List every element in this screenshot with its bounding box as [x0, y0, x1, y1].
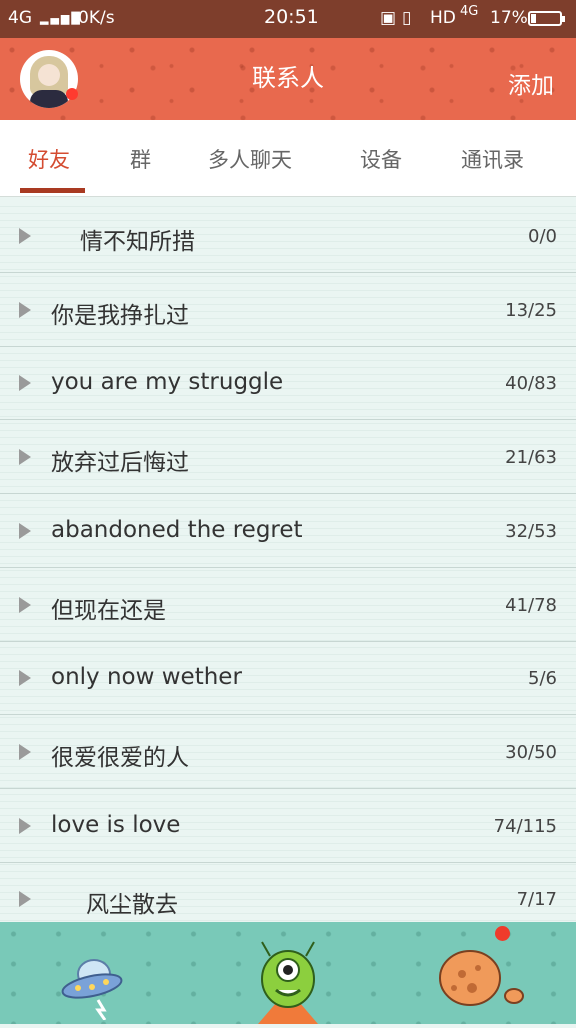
group-count: 21/63 [505, 447, 557, 468]
group-name: 情不知所措 [80, 229, 195, 255]
group-name: only now wether [51, 664, 242, 690]
planet-icon[interactable] [432, 944, 528, 1018]
group-row[interactable]: abandoned the regret 32/53 [0, 495, 576, 568]
group-count: 40/83 [505, 373, 557, 394]
tab-friends[interactable]: 好友 [28, 144, 70, 174]
group-name: 你是我挣扎过 [51, 303, 189, 329]
speed-label: 0K/s [78, 8, 115, 28]
expand-arrow-icon[interactable] [19, 228, 31, 244]
hd-label: HD [430, 8, 456, 28]
group-name: 放弃过后悔过 [51, 450, 189, 476]
alarm-icon: ▣ [380, 8, 397, 28]
group-row[interactable]: 风尘散去 7/17 [0, 863, 576, 922]
signal-icon: ▂▄▆█ [40, 12, 82, 25]
tab-bar: 好友 群 多人聊天 设备 通讯录 [0, 120, 576, 197]
group-row[interactable]: 放弃过后悔过 21/63 [0, 421, 576, 494]
tab-contacts[interactable]: 通讯录 [461, 144, 524, 174]
group-count: 7/17 [516, 889, 557, 910]
clock: 20:51 [264, 6, 319, 28]
expand-arrow-icon[interactable] [19, 670, 31, 686]
battery-level [531, 14, 536, 23]
group-count: 30/50 [505, 742, 557, 763]
tab-groups[interactable]: 群 [130, 144, 151, 174]
network-label: 4G [8, 8, 32, 28]
expand-arrow-icon[interactable] [19, 597, 31, 613]
group-name: 风尘散去 [86, 892, 178, 918]
group-row[interactable]: you are my struggle 40/83 [0, 347, 576, 420]
status-bar: 4G ▂▄▆█ 0K/s 20:51 ▣ ▯ HD 4G 17% [0, 0, 576, 38]
group-row[interactable]: only now wether 5/6 [0, 642, 576, 715]
ufo-icon[interactable] [58, 940, 128, 1024]
group-count: 13/25 [505, 300, 557, 321]
add-button[interactable]: 添加 [508, 66, 554, 100]
group-name: abandoned the regret [51, 517, 303, 543]
battery-icon [528, 11, 565, 26]
notification-dot [495, 926, 510, 941]
group-row[interactable]: 但现在还是 41/78 [0, 569, 576, 642]
battery-text: 17% [490, 8, 528, 28]
expand-arrow-icon[interactable] [19, 744, 31, 760]
group-name: you are my struggle [51, 369, 284, 395]
friend-group-list: 情不知所措 0/0 你是我挣扎过 13/25 you are my strugg… [0, 200, 576, 922]
expand-arrow-icon[interactable] [19, 891, 31, 907]
group-count: 74/115 [493, 816, 557, 837]
group-row[interactable]: 情不知所措 0/0 [0, 200, 576, 273]
group-count: 5/6 [528, 668, 557, 689]
group-row[interactable]: love is love 74/115 [0, 790, 576, 863]
group-count: 41/78 [505, 595, 557, 616]
network2-label: 4G [460, 4, 479, 19]
group-name: 很爱很爱的人 [51, 745, 189, 771]
group-row[interactable]: 你是我挣扎过 13/25 [0, 274, 576, 347]
vibrate-icon: ▯ [402, 8, 412, 28]
bottom-nav [0, 922, 576, 1024]
alien-icon[interactable] [248, 934, 328, 1028]
group-count: 32/53 [505, 521, 557, 542]
active-tab-indicator [20, 188, 85, 193]
expand-arrow-icon[interactable] [19, 302, 31, 318]
tab-devices[interactable]: 设备 [360, 144, 402, 174]
expand-arrow-icon[interactable] [19, 818, 31, 834]
group-count: 0/0 [528, 226, 557, 247]
group-name: 但现在还是 [51, 598, 166, 624]
group-row[interactable]: 很爱很爱的人 30/50 [0, 716, 576, 789]
tab-multi-chat[interactable]: 多人聊天 [208, 144, 292, 174]
group-name: love is love [51, 812, 181, 838]
page-title: 联系人 [252, 64, 324, 92]
expand-arrow-icon[interactable] [19, 449, 31, 465]
expand-arrow-icon[interactable] [19, 523, 31, 539]
expand-arrow-icon[interactable] [19, 375, 31, 391]
